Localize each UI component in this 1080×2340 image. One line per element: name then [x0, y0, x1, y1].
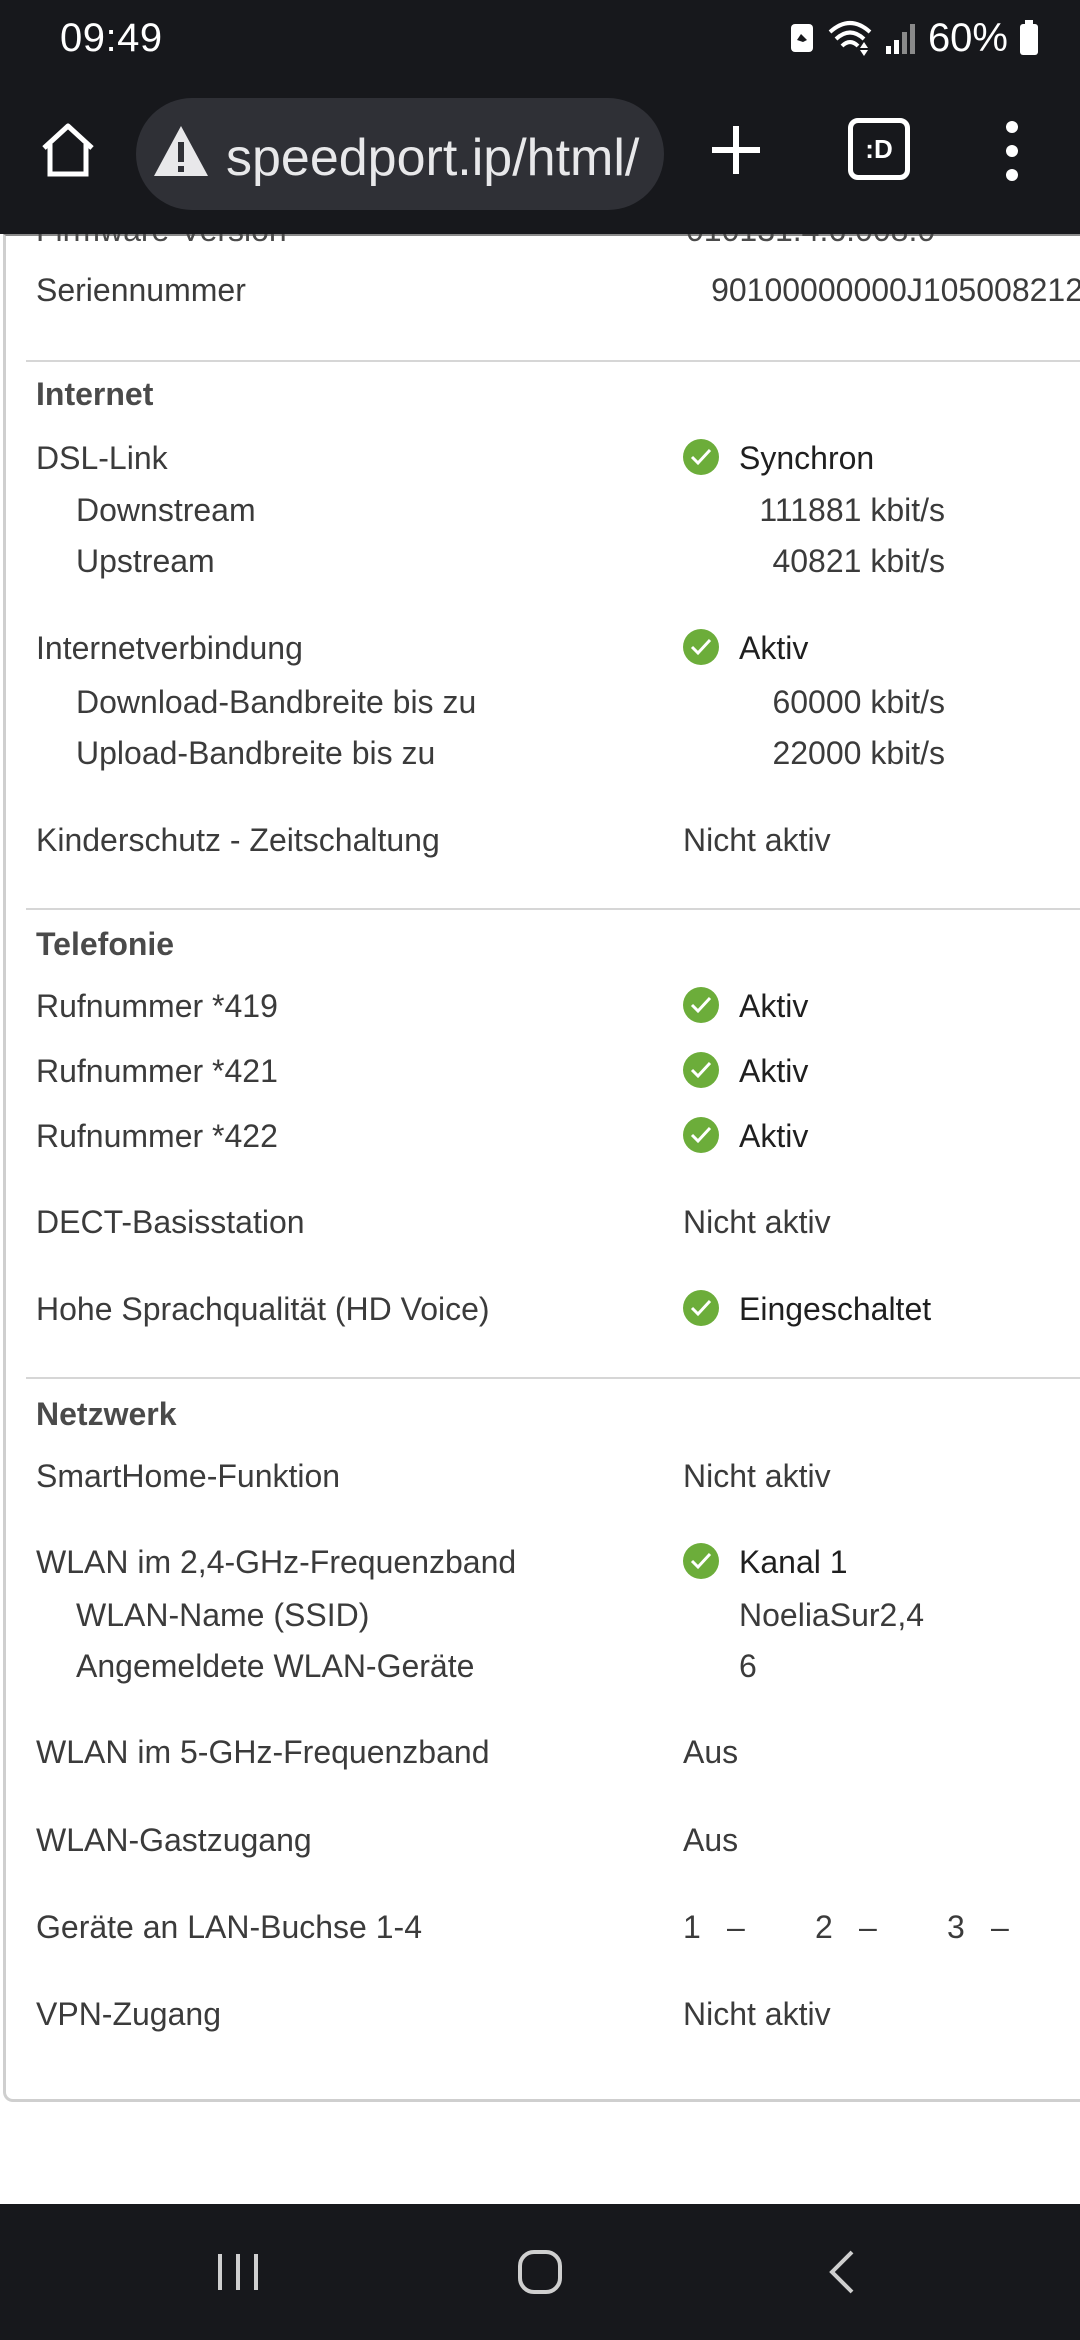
warning-icon[interactable] — [152, 124, 210, 178]
parental-control-value: Nicht aktiv — [683, 822, 831, 858]
section-internet-title: Internet — [36, 376, 154, 412]
battery-icon — [1020, 20, 1038, 55]
internet-connection-status: Aktiv — [739, 630, 809, 666]
tab-switcher-label: :D — [865, 133, 893, 164]
wifi-icon — [828, 21, 872, 56]
hd-voice-label: Hohe Sprachqualität (HD Voice) — [36, 1291, 490, 1327]
back-icon[interactable] — [814, 2242, 874, 2302]
lan-ports-values: 1 – 2 – 3 – — [683, 1909, 1031, 1946]
upload-bandwidth-value: 22000 kbit/s — [772, 735, 945, 771]
wlan-5-label: WLAN im 5-GHz-Frequenzband — [36, 1734, 490, 1770]
smarthome-label: SmartHome-Funktion — [36, 1458, 341, 1494]
wlan-24-channel: Kanal 1 — [739, 1544, 848, 1580]
guest-access-label: WLAN-Gastzugang — [36, 1822, 312, 1858]
downstream-label: Downstream — [76, 492, 256, 528]
new-tab-icon[interactable] — [706, 120, 766, 180]
upstream-value: 40821 kbit/s — [772, 543, 945, 579]
phone-number-label: Rufnummer *419 — [36, 988, 278, 1024]
check-icon — [683, 629, 719, 665]
section-telefonie-title: Telefonie — [36, 926, 175, 962]
phone-number-label: Rufnummer *422 — [36, 1118, 278, 1154]
ssid-label: WLAN-Name (SSID) — [76, 1597, 370, 1633]
check-icon — [683, 1290, 719, 1326]
dect-value: Nicht aktiv — [683, 1204, 831, 1240]
dsl-link-label: DSL-Link — [36, 440, 168, 476]
lan-port-number: 3 — [947, 1909, 965, 1945]
download-bandwidth-value: 60000 kbit/s — [772, 684, 945, 720]
firmware-value: 010131.4.6.008.0 — [686, 234, 935, 249]
serial-value: 90100000000J105008212 — [711, 272, 1080, 308]
divider — [26, 908, 1080, 910]
divider — [26, 1377, 1080, 1379]
upload-bandwidth-label: Upload-Bandbreite bis zu — [76, 735, 436, 771]
wlan-devices-label: Angemeldete WLAN-Geräte — [76, 1648, 475, 1684]
check-icon — [683, 987, 719, 1023]
overflow-menu-icon[interactable] — [990, 118, 1034, 184]
wlan-24-label: WLAN im 2,4-GHz-Frequenzband — [36, 1544, 517, 1580]
vpn-label: VPN-Zugang — [36, 1996, 221, 2032]
battery-percent: 60% — [927, 15, 1008, 60]
check-icon — [683, 1052, 719, 1088]
page-content: Firmware-Version 010131.4.6.008.0 Serien… — [0, 234, 1080, 2204]
internet-connection-label: Internetverbindung — [36, 630, 303, 666]
url-bar[interactable]: speedport.ip/html/ — [136, 98, 664, 210]
check-icon — [683, 439, 719, 475]
home-icon[interactable] — [36, 118, 100, 182]
url-text[interactable]: speedport.ip/html/ — [226, 128, 639, 188]
check-icon — [683, 1543, 719, 1579]
check-icon — [683, 1117, 719, 1153]
firmware-label: Firmware-Version — [36, 234, 287, 248]
wlan-devices-value: 6 — [739, 1648, 757, 1684]
vpn-value: Nicht aktiv — [683, 1996, 831, 2032]
signal-icon — [885, 24, 915, 54]
dect-label: DECT-Basisstation — [36, 1204, 305, 1240]
status-icons: 60% — [788, 14, 1040, 62]
dsl-link-status: Synchron — [739, 440, 875, 476]
phone-number-status: Aktiv — [739, 1118, 809, 1154]
lan-port-number: 1 — [683, 1909, 701, 1945]
lan-ports-label: Geräte an LAN-Buchse 1-4 — [36, 1909, 422, 1945]
downstream-value: 111881 kbit/s — [759, 492, 945, 528]
phone-number-label: Rufnummer *421 — [36, 1053, 278, 1089]
serial-label: Seriennummer — [36, 272, 246, 308]
lan-port-number: 2 — [815, 1909, 833, 1945]
status-bar: 09:49 60% — [0, 0, 1080, 78]
parental-control-label: Kinderschutz - Zeitschaltung — [36, 822, 440, 858]
upstream-label: Upstream — [76, 543, 215, 579]
lan-port-state: – — [991, 1909, 1009, 1945]
phone-number-status: Aktiv — [739, 988, 809, 1024]
screenshot-icon — [790, 24, 813, 52]
wlan-5-value: Aus — [683, 1734, 739, 1770]
tab-switcher-icon[interactable]: :D — [848, 118, 910, 180]
system-nav-bar — [0, 2204, 1080, 2340]
hd-voice-value: Eingeschaltet — [739, 1291, 932, 1327]
firmware-row: Firmware-Version 010131.4.6.008.0 — [36, 234, 935, 249]
divider — [26, 360, 1080, 362]
lan-port-state: – — [727, 1909, 745, 1945]
recent-apps-icon[interactable] — [208, 2242, 268, 2302]
download-bandwidth-label: Download-Bandbreite bis zu — [76, 684, 477, 720]
ssid-value: NoeliaSur2,4 — [739, 1597, 924, 1633]
guest-access-value: Aus — [683, 1822, 739, 1858]
browser-toolbar: speedport.ip/html/ :D — [0, 78, 1080, 234]
status-panel: Firmware-Version 010131.4.6.008.0 Serien… — [3, 234, 1080, 2102]
home-nav-icon[interactable] — [510, 2242, 570, 2302]
section-netzwerk-title: Netzwerk — [36, 1396, 177, 1432]
lan-port-state: – — [859, 1909, 877, 1945]
status-time: 09:49 — [60, 16, 163, 60]
smarthome-value: Nicht aktiv — [683, 1458, 831, 1494]
phone-number-status: Aktiv — [739, 1053, 809, 1089]
